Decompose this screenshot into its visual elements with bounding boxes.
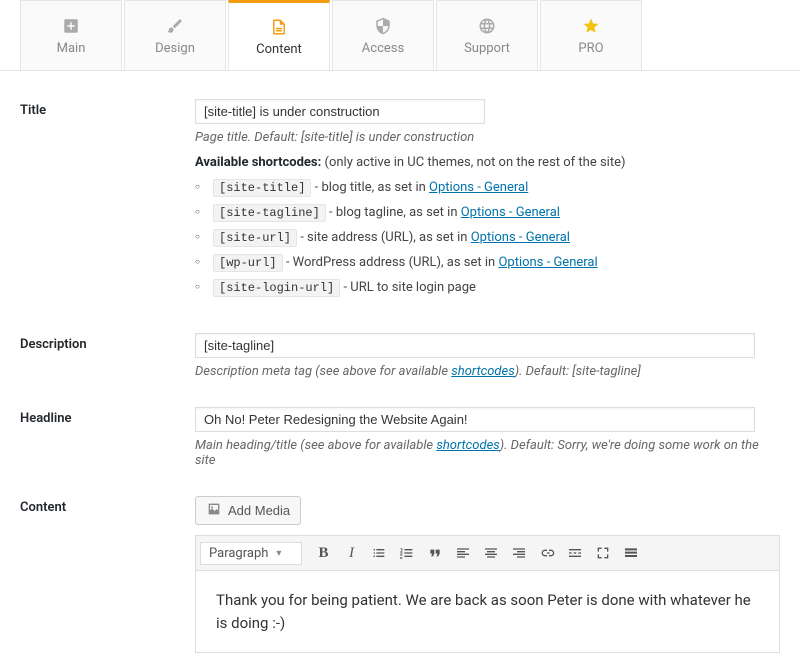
format-select[interactable]: Paragraph — [200, 542, 302, 565]
shortcode-code: [wp-url] — [213, 254, 283, 272]
more-button[interactable] — [562, 540, 588, 566]
options-general-link[interactable]: Options - General — [429, 180, 528, 195]
headline-input[interactable] — [195, 407, 755, 432]
document-icon — [270, 16, 288, 38]
row-content: Content Add Media Paragraph B I — [20, 496, 780, 653]
lifebuoy-icon — [478, 15, 496, 37]
shield-icon — [374, 15, 392, 37]
description-input[interactable] — [195, 333, 755, 358]
fullscreen-button[interactable] — [590, 540, 616, 566]
title-hint: Page title. Default: [site-title] is und… — [195, 130, 780, 145]
brush-icon — [166, 15, 184, 37]
shortcode-code: [site-title] — [213, 179, 311, 197]
bullet-list-button[interactable] — [366, 540, 392, 566]
options-general-link[interactable]: Options - General — [471, 230, 570, 245]
tab-label: Content — [256, 42, 302, 57]
shortcodes-list: [site-title] - blog title, as set in Opt… — [195, 180, 780, 295]
content-editor[interactable]: Thank you for being patient. We are back… — [195, 571, 780, 653]
options-general-link[interactable]: Options - General — [498, 255, 597, 270]
tab-label: Support — [464, 41, 510, 56]
shortcode-code: [site-tagline] — [213, 204, 326, 222]
shortcode-item: [site-login-url] - URL to site login pag… — [195, 280, 780, 295]
italic-button[interactable]: I — [338, 540, 364, 566]
tab-access[interactable]: Access — [332, 0, 434, 70]
shortcodes-link[interactable]: shortcodes — [451, 364, 514, 379]
tab-design[interactable]: Design — [124, 0, 226, 70]
row-headline: Headline Main heading/title (see above f… — [20, 407, 780, 468]
shortcode-item: [wp-url] - WordPress address (URL), as s… — [195, 255, 780, 270]
add-media-button[interactable]: Add Media — [195, 496, 301, 525]
kitchen-sink-button[interactable] — [618, 540, 644, 566]
blockquote-button[interactable] — [422, 540, 448, 566]
form-body: Title Page title. Default: [site-title] … — [0, 71, 800, 663]
shortcode-code: [site-url] — [213, 229, 297, 247]
tab-label: PRO — [578, 41, 603, 56]
star-icon — [582, 15, 600, 37]
shortcode-item: [site-url] - site address (URL), as set … — [195, 230, 780, 245]
label-title: Title — [20, 99, 195, 305]
tab-content[interactable]: Content — [228, 0, 330, 70]
shortcodes-link[interactable]: shortcodes — [436, 438, 499, 453]
link-button[interactable] — [534, 540, 560, 566]
shortcodes-lead: Available shortcodes: (only active in UC… — [195, 155, 780, 170]
label-content: Content — [20, 496, 195, 653]
align-left-button[interactable] — [450, 540, 476, 566]
options-general-link[interactable]: Options - General — [461, 205, 560, 220]
description-hint: Description meta tag (see above for avai… — [195, 364, 780, 379]
tabs-nav: Main Design Content Access Support PRO — [0, 0, 800, 71]
numbered-list-button[interactable] — [394, 540, 420, 566]
shortcode-code: [site-login-url] — [213, 279, 340, 297]
editor-toolbar: Paragraph B I — [195, 535, 780, 571]
headline-hint: Main heading/title (see above for availa… — [195, 438, 780, 468]
align-center-button[interactable] — [478, 540, 504, 566]
shortcode-item: [site-title] - blog title, as set in Opt… — [195, 180, 780, 195]
align-right-button[interactable] — [506, 540, 532, 566]
tab-main[interactable]: Main — [20, 0, 122, 70]
shortcode-item: [site-tagline] - blog tagline, as set in… — [195, 205, 780, 220]
tab-pro[interactable]: PRO — [540, 0, 642, 70]
title-input[interactable] — [195, 99, 485, 124]
label-headline: Headline — [20, 407, 195, 468]
tab-label: Design — [155, 41, 195, 56]
row-title: Title Page title. Default: [site-title] … — [20, 99, 780, 305]
tab-label: Main — [57, 41, 86, 56]
bold-button[interactable]: B — [310, 540, 336, 566]
row-description: Description Description meta tag (see ab… — [20, 333, 780, 379]
label-description: Description — [20, 333, 195, 379]
tab-label: Access — [362, 41, 404, 56]
media-icon — [206, 501, 222, 520]
plus-square-icon — [62, 15, 80, 37]
tab-support[interactable]: Support — [436, 0, 538, 70]
